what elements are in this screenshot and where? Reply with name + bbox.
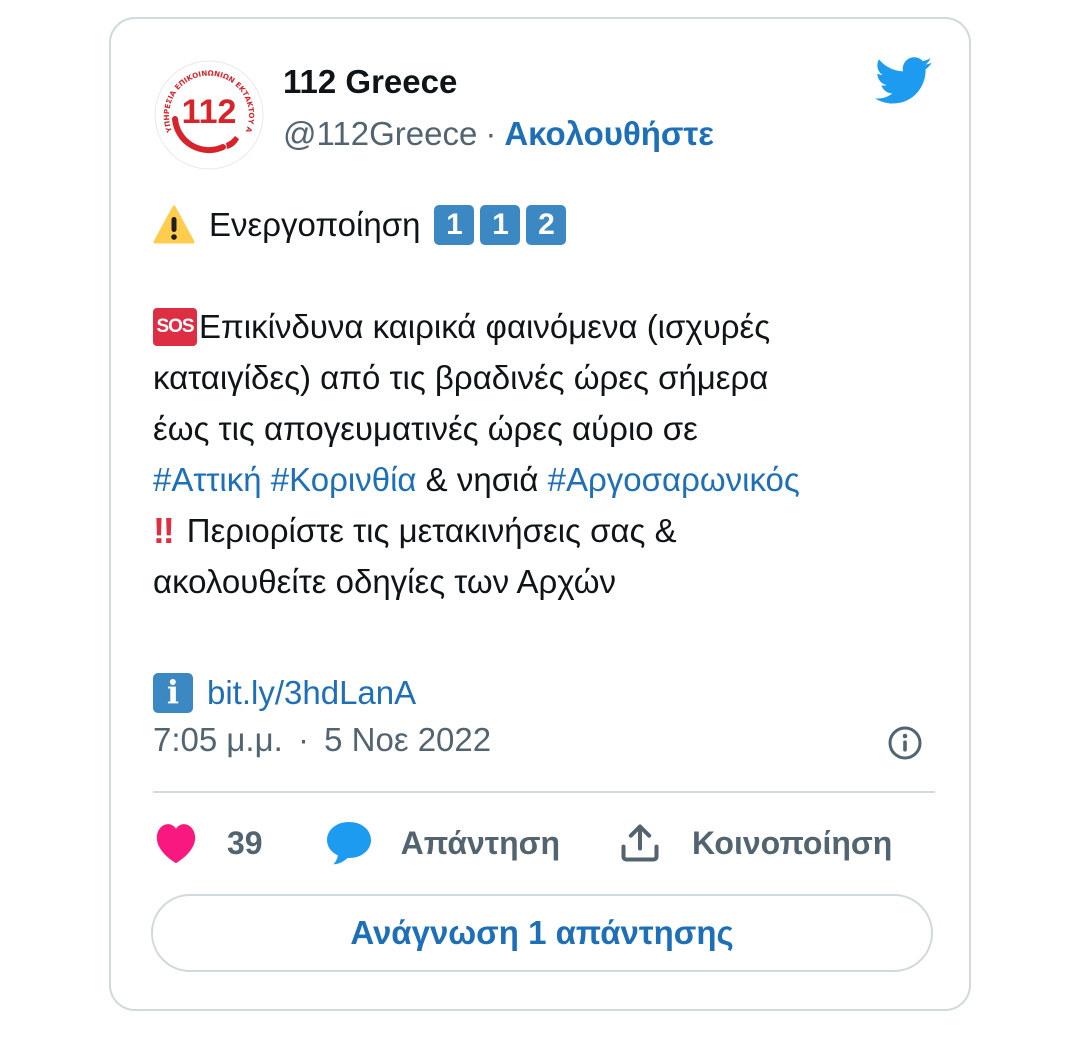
share-label: Κοινοποίηση: [692, 824, 893, 861]
tweet-line-6: ‼ Περιορίστε τις μετακινήσεις σας &: [153, 505, 943, 556]
digit-1-icon: 1: [480, 204, 521, 245]
separator-dot: ·: [297, 721, 309, 758]
account-name[interactable]: 112 Greece: [283, 63, 457, 101]
activation-text: Ενεργοποίηση: [209, 206, 421, 243]
heart-icon: [156, 824, 196, 864]
warning-icon: [153, 205, 195, 243]
hashtag-attiki[interactable]: #Αττική: [153, 454, 262, 505]
share-button[interactable]: Κοινοποίηση: [618, 821, 892, 865]
tweet-card: ΥΠΗΡΕΣΙΑ ΕΠΙΚΟΙΝΩΝΙΩΝ ΕΚΤΑΚΤΟΥ ΑΝΑΓΚΗΣ 1…: [109, 17, 971, 1011]
handle-line: @112Greece · Ακολουθήστε: [283, 115, 714, 153]
divider: [153, 791, 935, 793]
tweet-line-5: #Αττική #Κορινθία & νησιά #Αργοσαρωνικός: [153, 454, 943, 505]
share-upload-icon: [621, 824, 659, 862]
like-count: 39: [227, 824, 263, 861]
tweet-text-segment: Περιορίστε τις μετακινήσεις σας &: [186, 512, 677, 549]
tweet-text-segment: & νησιά: [425, 461, 539, 498]
tweet-line-3: καταιγίδες) από τις βραδινές ώρες σήμερα: [153, 359, 769, 396]
tweet-line-2: SOS Επικίνδυνα καιρικά φαινόμενα (ισχυρές: [153, 301, 943, 352]
digit-2-icon: 2: [526, 204, 567, 245]
tweet-text-segment: Επικίνδυνα καιρικά φαινόμενα (ισχυρές: [199, 308, 771, 345]
tweet-date: 5 Νοε 2022: [324, 721, 492, 758]
sos-icon: SOS: [153, 307, 197, 346]
double-exclamation-icon: ‼: [153, 510, 175, 551]
follow-button[interactable]: Ακολουθήστε: [504, 115, 714, 152]
avatar-number: 112: [182, 93, 237, 131]
account-handle[interactable]: @112Greece: [283, 115, 477, 152]
hashtag-argosaronikos[interactable]: #Αργοσαρωνικός: [548, 454, 800, 505]
separator-dot: ·: [485, 115, 497, 152]
like-button[interactable]: 39: [153, 822, 325, 864]
hashtag-korinthia[interactable]: #Κορινθία: [271, 454, 417, 505]
avatar[interactable]: ΥΠΗΡΕΣΙΑ ΕΠΙΚΟΙΝΩΝΙΩΝ ΕΚΤΑΚΤΟΥ ΑΝΑΓΚΗΣ 1…: [153, 59, 265, 171]
tweet-line-8: i bit.ly/3hdLanA: [153, 667, 943, 718]
tweet-text: Ενεργοποίηση 1 1 2 SOS Επικίνδυνα καιρικά…: [153, 199, 943, 718]
digit-1-icon: 1: [434, 204, 475, 245]
twitter-logo-icon[interactable]: [875, 57, 933, 105]
tweet-line-7: ακολουθείτε οδηγίες των Αρχών: [153, 563, 616, 600]
info-circle-icon[interactable]: [887, 725, 923, 761]
information-icon: i: [153, 672, 193, 713]
read-replies-button[interactable]: Ανάγνωση 1 απάντησης: [151, 894, 933, 972]
tweet-line-4: έως τις απογευματινές ώρες αύριο σε: [153, 410, 698, 447]
short-link[interactable]: bit.ly/3hdLanA: [207, 667, 416, 718]
tweet-line-1: Ενεργοποίηση 1 1 2: [153, 199, 943, 250]
reply-bubble-icon: [326, 822, 371, 865]
tweet-time: 7:05 μ.μ.: [153, 721, 283, 758]
reply-label: Απάντηση: [400, 824, 561, 861]
action-bar: 39 Απάντηση Κοινοποίηση: [153, 815, 892, 871]
reply-button[interactable]: Απάντηση: [325, 820, 618, 866]
tweet-timestamp[interactable]: 7:05 μ.μ. · 5 Νοε 2022: [153, 721, 491, 759]
